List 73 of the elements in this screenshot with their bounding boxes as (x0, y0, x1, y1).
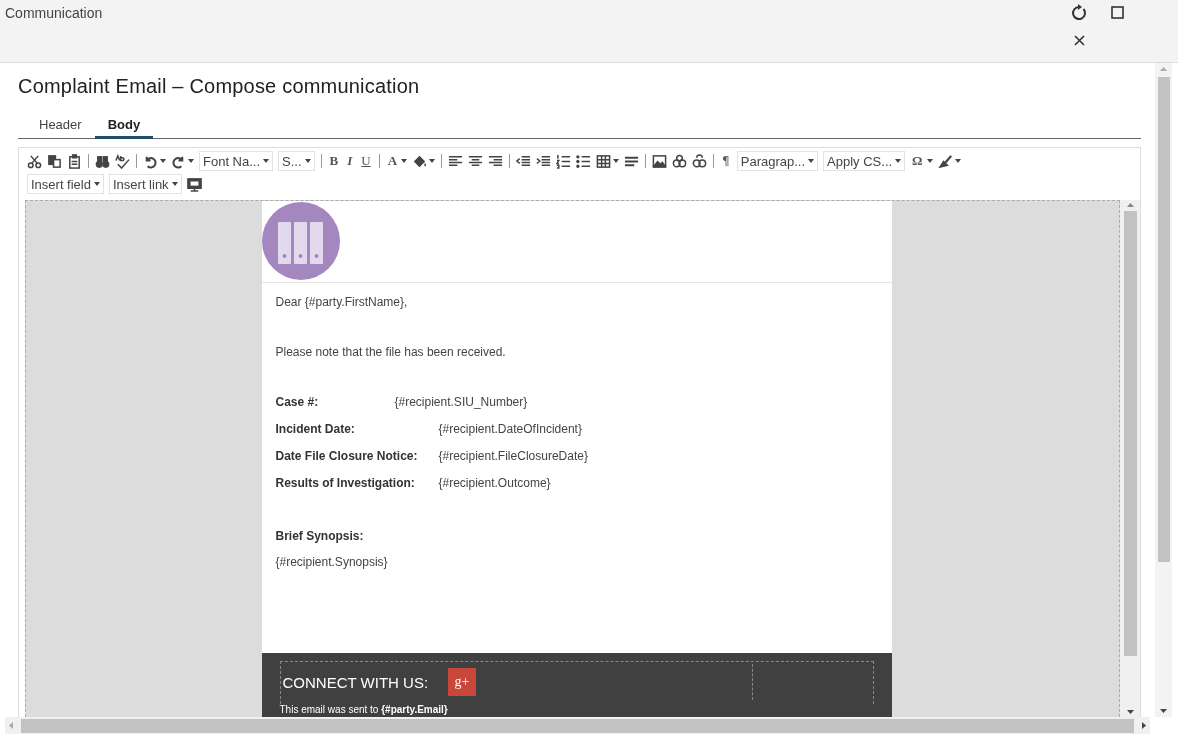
scissors-icon[interactable] (27, 153, 42, 169)
caret-icon[interactable] (429, 159, 436, 163)
dropdown[interactable]: Insert field (27, 174, 104, 194)
italic-button[interactable]: I (345, 153, 355, 169)
dropdown[interactable]: Paragrap... (736, 151, 819, 171)
dropdown[interactable]: Insert link (109, 174, 182, 194)
field-label: Results of Investigation: (275, 476, 416, 490)
field-label: Case #: (275, 395, 320, 409)
numbered-list-icon[interactable] (556, 153, 572, 169)
indent-icon[interactable] (536, 153, 552, 169)
paragraph-mark-button[interactable]: ¶ (720, 154, 732, 168)
scrollbar[interactable] (5, 717, 1150, 734)
sent-to-text: This email was sent to {#party.Email} (279, 704, 449, 715)
caret-icon[interactable] (954, 159, 961, 163)
caret-icon[interactable] (926, 159, 933, 163)
message-text: Please note that the file has been received. (275, 345, 507, 359)
unlink-icon[interactable] (692, 153, 708, 169)
bullet-list-icon[interactable] (576, 153, 592, 169)
field-label: Brief Synopsis: (275, 529, 365, 543)
copy-icon[interactable] (47, 153, 62, 169)
refresh-icon[interactable] (1071, 4, 1087, 21)
scrollbar[interactable] (1120, 200, 1140, 717)
close-icon[interactable] (1074, 35, 1085, 46)
caret-icon (94, 182, 100, 186)
synopsis-value: {#recipient.Synopsis} (275, 555, 389, 569)
caret-icon[interactable] (401, 159, 408, 163)
connect-heading: CONNECT WITH US: (282, 673, 429, 691)
binoculars-icon[interactable] (95, 153, 110, 169)
field-value: {#recipient.DateOfIncident} (438, 422, 582, 436)
dropdown[interactable]: Font Na... (199, 151, 274, 171)
align-left-icon[interactable] (448, 153, 464, 169)
clipboard-icon[interactable] (67, 153, 82, 169)
field-value: {#recipient.FileClosureDate} (438, 449, 588, 463)
field-label: Incident Date: (275, 422, 356, 436)
scroll-up-icon[interactable] (1126, 203, 1134, 207)
special-character-button[interactable]: Ω (910, 153, 925, 169)
caret-icon[interactable] (613, 159, 620, 163)
binders-logo-icon (261, 202, 340, 280)
caret-icon[interactable] (188, 159, 194, 163)
paint-bucket-icon[interactable] (412, 153, 428, 169)
page-title: Complaint Email – Compose communication (18, 75, 421, 98)
tab[interactable]: Body (94, 114, 154, 139)
caret-icon (808, 159, 815, 163)
outdent-icon[interactable] (516, 153, 532, 169)
maximize-icon[interactable] (1111, 6, 1124, 19)
font-color-button[interactable]: A (385, 153, 400, 169)
scroll-down-icon[interactable] (1126, 710, 1134, 714)
spellcheck-icon[interactable] (115, 153, 130, 169)
dropdown[interactable]: Apply CS... (823, 151, 906, 171)
dropdown[interactable]: S... (278, 151, 315, 171)
greeting-text: Dear {#party.FirstName}, (275, 295, 409, 309)
table-icon[interactable] (596, 153, 612, 169)
underline-button[interactable]: U (359, 153, 373, 169)
scroll-right-icon[interactable] (1142, 722, 1146, 729)
image-icon[interactable] (652, 153, 668, 169)
field-value: {#recipient.Outcome} (438, 476, 551, 490)
align-center-icon[interactable] (468, 153, 484, 169)
field-label: Date File Closure Notice: (275, 449, 419, 463)
bold-button[interactable]: B (327, 153, 341, 169)
scrollbar[interactable] (1155, 63, 1172, 717)
monitor-icon[interactable] (186, 176, 202, 192)
align-right-icon[interactable] (488, 153, 504, 169)
window-title: Communication (4, 4, 103, 23)
scroll-down-icon[interactable] (1160, 709, 1167, 713)
caret-icon[interactable] (160, 159, 166, 163)
caret-icon (171, 182, 178, 186)
social-link[interactable]: g+ (448, 668, 477, 696)
field-value: {#recipient.SIU_Number} (394, 395, 528, 409)
link-icon[interactable] (672, 153, 688, 169)
caret-icon (895, 159, 902, 163)
caret-icon (304, 159, 311, 163)
tab[interactable]: Header (26, 114, 95, 139)
caret-icon (263, 159, 270, 163)
